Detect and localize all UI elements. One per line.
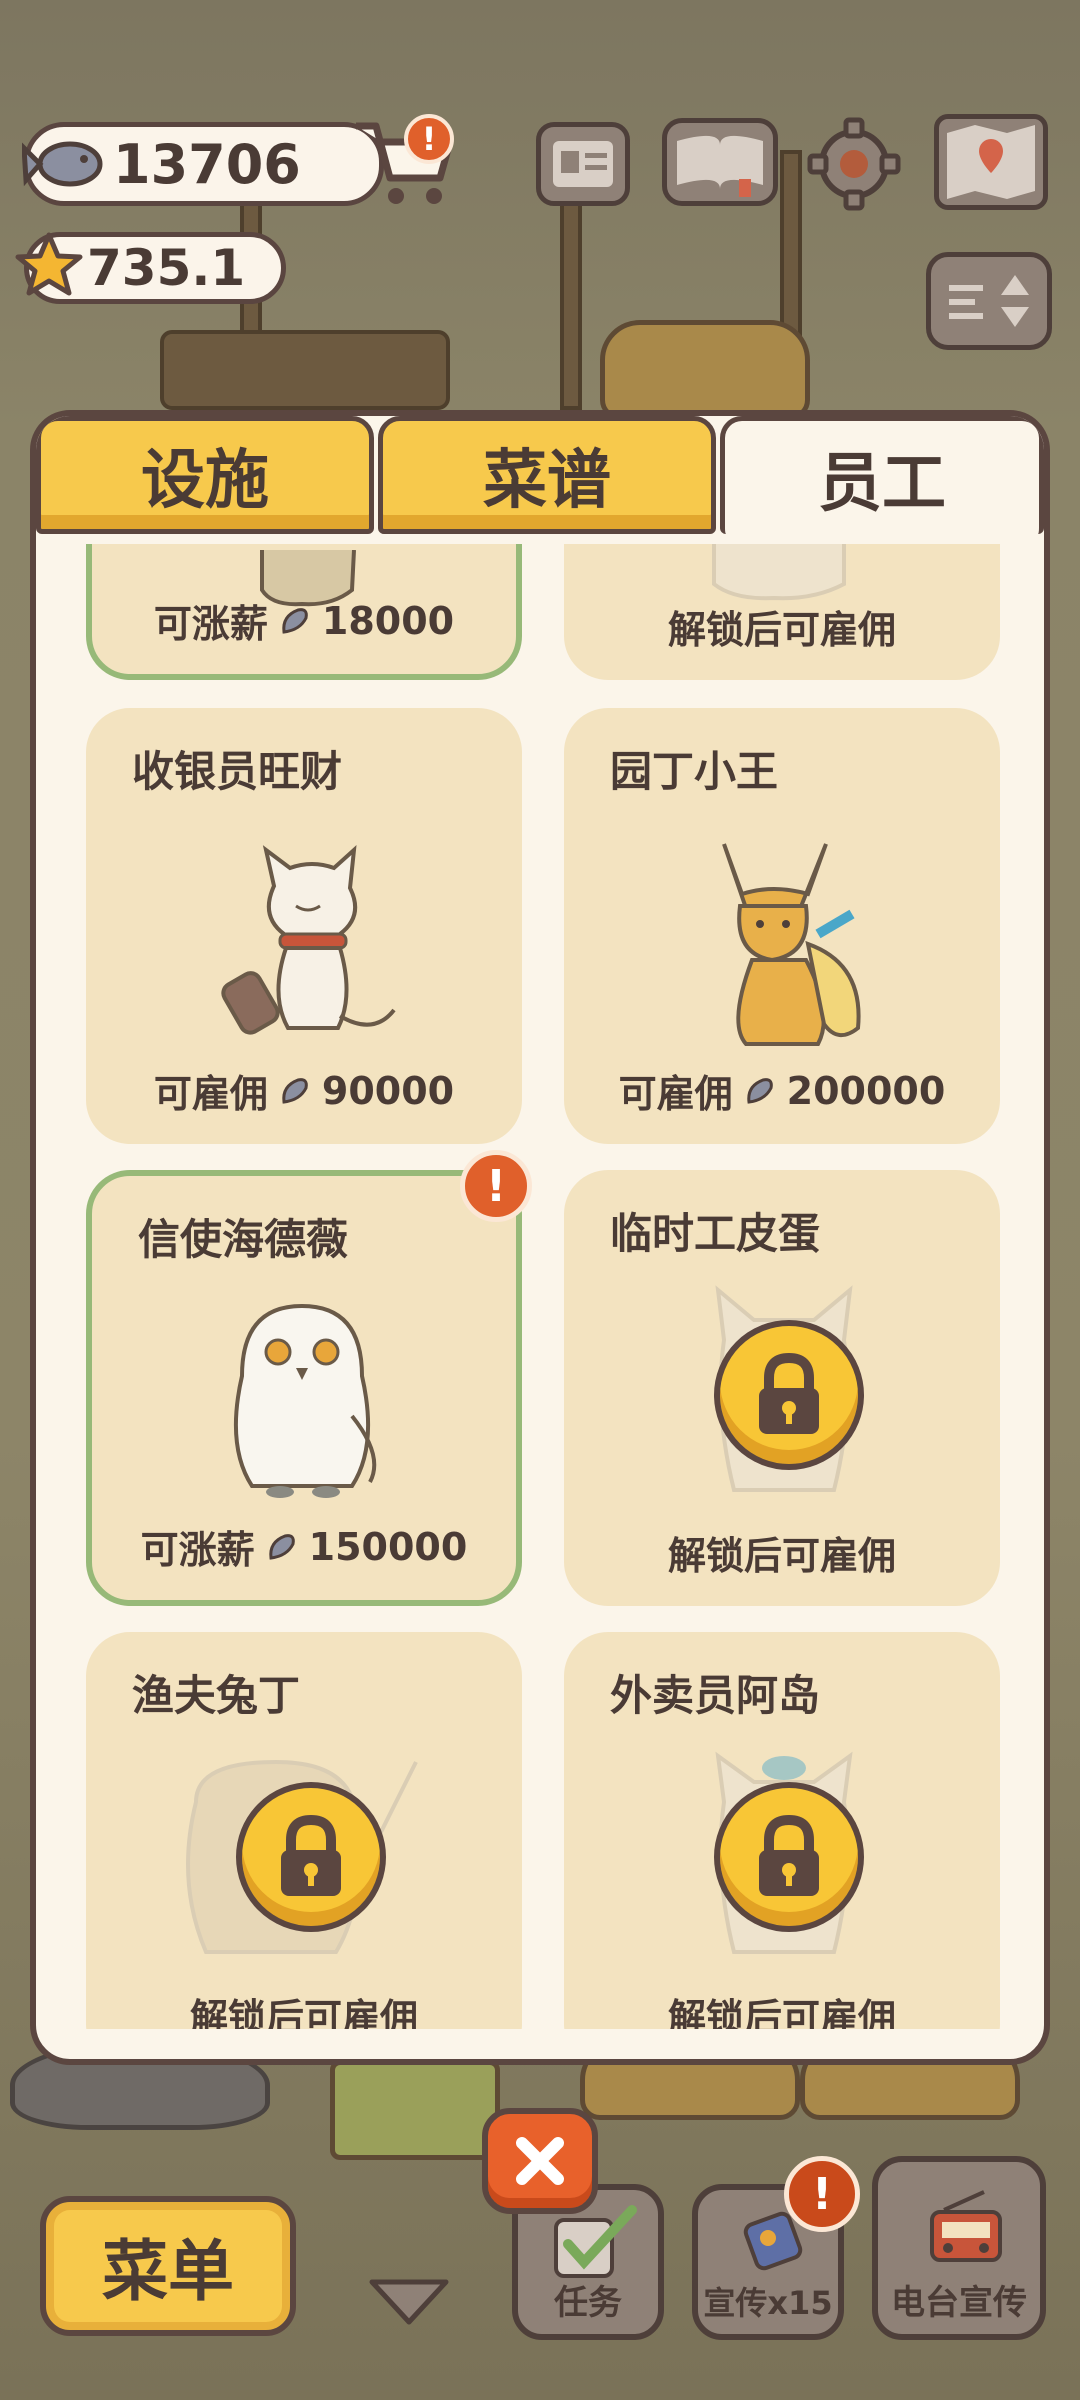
card-footer: 解锁后可雇佣 bbox=[564, 599, 1000, 654]
tab-recipes[interactable]: 菜谱 bbox=[378, 416, 716, 534]
staff-name: 外卖员阿岛 bbox=[610, 1671, 821, 1720]
chevron-down-icon[interactable] bbox=[364, 2270, 454, 2330]
staff-card[interactable]: 可涨薪 18000 bbox=[86, 544, 522, 680]
sort-arrows-icon bbox=[949, 275, 1029, 327]
card-footer: 解锁后可雇佣 bbox=[86, 1987, 522, 2029]
sort-toggle-button[interactable] bbox=[926, 252, 1052, 350]
staff-status: 解锁后可雇佣 bbox=[667, 1996, 896, 2029]
staff-price: 200000 bbox=[786, 1068, 946, 1113]
staff-card[interactable]: 解锁后可雇佣 bbox=[564, 544, 1000, 680]
lock-icon bbox=[236, 1782, 386, 1932]
staff-status: 可雇佣 bbox=[153, 1072, 268, 1116]
staff-card[interactable]: 园丁小王 可雇佣 200000 bbox=[564, 708, 1000, 1144]
staff-card[interactable]: 渔夫兔丁 解锁后可雇佣 bbox=[86, 1632, 522, 2029]
staff-card[interactable]: 收银员旺财 可雇佣 90000 bbox=[86, 708, 522, 1144]
staff-status: 解锁后可雇佣 bbox=[667, 608, 896, 652]
lock-icon bbox=[714, 1782, 864, 1932]
card-footer: 可雇佣 90000 bbox=[86, 1063, 522, 1118]
hay-bale bbox=[600, 320, 810, 420]
staff-status: 解锁后可雇佣 bbox=[189, 1996, 418, 2029]
cat-cashier-icon bbox=[221, 845, 396, 1035]
close-button[interactable] bbox=[482, 2108, 598, 2214]
radio-promotion-button[interactable]: 电台宣传 bbox=[872, 2156, 1046, 2340]
card-footer: 解锁后可雇佣 bbox=[564, 1987, 1000, 2029]
staff-status: 可涨薪 bbox=[140, 1528, 255, 1572]
menu-label: 菜单 bbox=[102, 2233, 234, 2310]
staff-card[interactable]: 临时工皮蛋 解锁后可雇佣 bbox=[564, 1170, 1000, 1606]
tab-label: 菜谱 bbox=[483, 444, 611, 518]
id-card-icon bbox=[553, 141, 613, 187]
staff-status: 可雇佣 bbox=[618, 1072, 733, 1116]
lock-icon bbox=[714, 1320, 864, 1470]
alert-badge-icon: ! bbox=[784, 2156, 860, 2232]
staff-name: 园丁小王 bbox=[610, 747, 779, 796]
alert-badge-icon: ! bbox=[404, 114, 454, 164]
fish-icon bbox=[22, 124, 112, 204]
map-icon bbox=[947, 125, 1035, 199]
book-icon bbox=[677, 135, 763, 197]
settings-gear-button[interactable] bbox=[806, 116, 902, 212]
staff-name: 信使海德薇 bbox=[138, 1215, 349, 1264]
promo-label: 宣传x15 bbox=[703, 2284, 833, 2322]
checkbox-icon bbox=[554, 2205, 637, 2278]
staff-price: 90000 bbox=[321, 1068, 455, 1113]
card-footer: 可雇佣 200000 bbox=[564, 1063, 1000, 1118]
staff-name: 临时工皮蛋 bbox=[610, 1209, 821, 1258]
staff-status: 可涨薪 bbox=[153, 602, 268, 646]
close-icon bbox=[516, 2137, 564, 2185]
locked-character-silhouette bbox=[712, 544, 846, 601]
map-button[interactable] bbox=[934, 114, 1048, 210]
card-footer: 可涨薪 150000 bbox=[92, 1519, 516, 1574]
fish-icon bbox=[268, 1533, 295, 1560]
tab-facilities[interactable]: 设施 bbox=[36, 416, 374, 534]
profile-card-button[interactable] bbox=[536, 122, 630, 206]
staff-card[interactable]: 信使海德薇 可涨薪 150000 bbox=[86, 1170, 522, 1606]
staff-status: 解锁后可雇佣 bbox=[667, 1534, 896, 1578]
gear-icon bbox=[807, 117, 901, 211]
staff-panel: 设施 菜谱 员工 可涨薪 18000 解锁后可雇佣 收银员旺财 可雇佣 9000… bbox=[30, 410, 1050, 2065]
tab-staff[interactable]: 员工 bbox=[720, 416, 1044, 534]
tab-label: 员工 bbox=[818, 446, 946, 521]
staff-name: 收银员旺财 bbox=[132, 747, 343, 796]
tab-label: 设施 bbox=[141, 444, 269, 518]
hay-bale bbox=[330, 2060, 500, 2160]
star-count: 735.1 bbox=[87, 239, 246, 297]
fish-icon bbox=[746, 1077, 773, 1104]
fish-icon bbox=[282, 607, 308, 634]
staff-price: 150000 bbox=[308, 1524, 468, 1569]
card-footer: 解锁后可雇佣 bbox=[564, 1525, 1000, 1580]
staff-list[interactable]: 可涨薪 18000 解锁后可雇佣 收银员旺财 可雇佣 90000 园丁小王 可雇… bbox=[36, 544, 1044, 2029]
wall-sign bbox=[160, 330, 450, 410]
recipe-book-button[interactable] bbox=[662, 118, 778, 206]
tab-bar: 设施 菜谱 员工 bbox=[36, 416, 1044, 536]
radio-label: 电台宣传 bbox=[891, 2283, 1027, 2323]
radio-icon bbox=[930, 2190, 1002, 2262]
fish-icon bbox=[282, 1077, 308, 1104]
menu-button[interactable]: 菜单 bbox=[40, 2196, 296, 2336]
owl-messenger-icon bbox=[233, 1303, 377, 1498]
alert-badge-icon: ! bbox=[460, 1150, 532, 1222]
fish-count: 13706 bbox=[113, 132, 301, 196]
card-footer: 可涨薪 18000 bbox=[92, 593, 516, 648]
staff-name: 渔夫兔丁 bbox=[132, 1671, 301, 1720]
serval-gardener-icon bbox=[722, 843, 861, 1046]
staff-price: 18000 bbox=[321, 598, 455, 643]
staff-card[interactable]: 外卖员阿岛 解锁后可雇佣 bbox=[564, 1632, 1000, 2029]
star-icon bbox=[14, 230, 84, 300]
